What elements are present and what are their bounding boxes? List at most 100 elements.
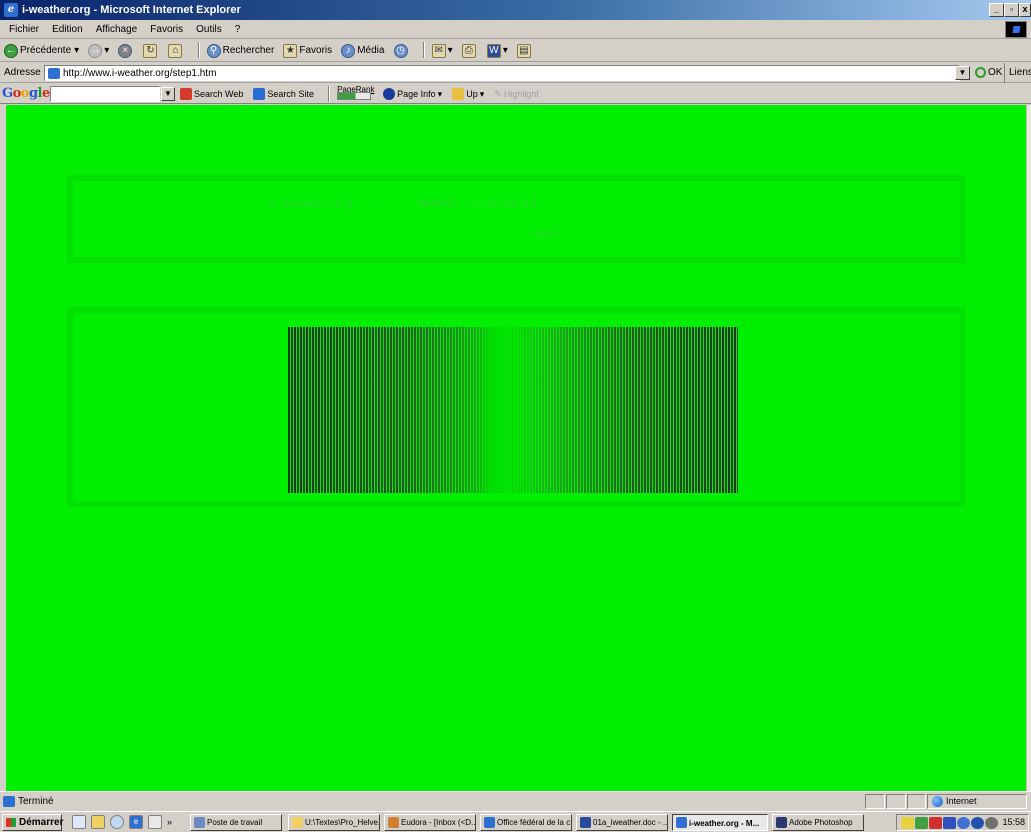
pagerank-indicator[interactable]: PageRank: [337, 84, 374, 104]
forward-button[interactable]: → ▾: [88, 40, 109, 61]
home-button[interactable]: ⌂: [168, 40, 184, 61]
page-info-button[interactable]: Page Info ▾: [383, 84, 442, 104]
menu-edition[interactable]: Edition: [47, 21, 88, 39]
address-label: Adresse: [4, 67, 41, 78]
home-icon: ⌂: [168, 43, 183, 58]
edit-word-button[interactable]: W ▾: [486, 40, 508, 61]
quick-launch: e»: [72, 815, 172, 831]
task-label: U:\Textes\Pro_Helve...: [305, 818, 380, 827]
stripe-pattern-center: [478, 327, 518, 493]
vertical-scrollbar[interactable]: [1026, 105, 1031, 791]
search-site-icon: [253, 88, 266, 100]
favorites-button[interactable]: ★ Favoris: [283, 40, 332, 61]
task-explorer-folder[interactable]: U:\Textes\Pro_Helve...: [288, 814, 380, 831]
history-icon: ◷: [393, 43, 408, 58]
clock[interactable]: 15:58: [1002, 815, 1025, 830]
chevron-down-icon: ▾: [447, 45, 453, 56]
maximize-button[interactable]: ▫: [1004, 3, 1019, 17]
eudora-icon: [388, 817, 399, 828]
window-title: i-weather.org - Microsoft Internet Explo…: [22, 4, 241, 16]
menu-affichage[interactable]: Affichage: [91, 21, 143, 39]
search-site-button[interactable]: Search Site: [253, 84, 314, 104]
task-label: Eudora - [Inbox (<D...: [401, 818, 476, 827]
print-button[interactable]: ⎙: [461, 40, 478, 61]
go-button[interactable]: OK: [975, 63, 1002, 83]
tray-icon[interactable]: [901, 817, 914, 829]
refresh-icon: ↻: [143, 43, 158, 58]
tray-icon[interactable]: [957, 817, 970, 829]
task-poste-de-travail[interactable]: Poste de travail: [190, 814, 282, 831]
search-icon: ⚲: [206, 43, 221, 58]
discuss-button[interactable]: ▤: [516, 40, 533, 61]
task-label: Poste de travail: [207, 818, 263, 827]
media-player-icon[interactable]: [110, 815, 124, 829]
start-button[interactable]: Démarrer: [2, 814, 64, 831]
google-search-dropdown[interactable]: ▼: [161, 87, 175, 101]
mail-button[interactable]: ✉ ▾: [431, 40, 453, 61]
menu-outils[interactable]: Outils: [191, 21, 227, 39]
task-label: i-weather.org - M...: [689, 819, 760, 828]
tray-icon[interactable]: [915, 817, 928, 829]
task-word-doc[interactable]: 01a_iweather.doc - ...: [576, 814, 668, 831]
discuss-icon: ▤: [516, 43, 531, 58]
address-dropdown-button[interactable]: ▼: [955, 66, 970, 80]
ie-icon[interactable]: e: [129, 815, 143, 829]
tray-icon[interactable]: [971, 817, 984, 829]
task-i-weather[interactable]: i-weather.org - M...: [672, 814, 768, 831]
status-text: Terminé: [18, 796, 54, 807]
security-zone: Internet: [927, 794, 1027, 809]
toolbar-separator: [328, 86, 331, 103]
tray-icon[interactable]: [985, 817, 998, 829]
minimize-button[interactable]: _: [989, 3, 1004, 17]
explorer-icon[interactable]: [91, 815, 105, 829]
up-button[interactable]: Up ▾: [452, 84, 484, 104]
page-done-icon: [3, 796, 15, 807]
menu-fichier[interactable]: Fichier: [4, 21, 44, 39]
back-button[interactable]: ← Précédente ▾: [4, 40, 79, 61]
tray-icon[interactable]: [943, 817, 956, 829]
computer-icon: [194, 817, 205, 828]
folder-up-icon: [452, 88, 465, 100]
header-frame: i-weather.org -------- 000441 // 11:44:1…: [67, 175, 966, 263]
pagerank-bar: [337, 92, 372, 100]
task-office-federal[interactable]: Office fédéral de la c...: [480, 814, 572, 831]
links-button[interactable]: Liens: [1004, 63, 1031, 83]
show-desktop-icon[interactable]: [72, 815, 86, 829]
favorites-icon: ★: [283, 43, 298, 58]
outlook-icon[interactable]: [148, 815, 162, 829]
google-logo[interactable]: Google ▾: [2, 84, 57, 105]
menu-help[interactable]: ?: [230, 21, 246, 39]
word-icon: [580, 817, 591, 828]
media-label: Média: [357, 45, 385, 56]
highlight-button[interactable]: ✎ Highlight: [494, 84, 539, 104]
task-eudora[interactable]: Eudora - [Inbox (<D...: [384, 814, 476, 831]
globe-icon: [932, 796, 943, 807]
google-search-input[interactable]: [50, 86, 160, 102]
address-input[interactable]: [44, 65, 960, 81]
page-info-label: Page Info: [397, 89, 436, 99]
tray-icon[interactable]: [929, 817, 942, 829]
next-link[interactable]: next: [535, 229, 559, 240]
ie-icon: e: [4, 3, 18, 17]
task-photoshop[interactable]: Adobe Photoshop: [772, 814, 864, 831]
stripe-pattern-left: [288, 327, 503, 493]
folder-icon: [292, 817, 303, 828]
back-arrow-icon: ←: [4, 43, 18, 58]
ie-icon: [676, 817, 687, 828]
header-line: i-weather.org -------- 000441 // 11:44:1…: [269, 199, 595, 210]
page-content: i-weather.org -------- 000441 // 11:44:1…: [6, 105, 1026, 791]
refresh-button[interactable]: ↻: [143, 40, 159, 61]
ie-icon: [484, 817, 495, 828]
media-button[interactable]: ♪ Média: [341, 40, 384, 61]
search-button[interactable]: ⚲ Rechercher: [206, 40, 274, 61]
search-web-button[interactable]: Search Web: [180, 84, 243, 104]
stop-button[interactable]: ×: [118, 40, 134, 61]
info-icon: [383, 88, 396, 100]
close-button[interactable]: x: [1019, 3, 1031, 17]
history-button[interactable]: ◷: [393, 40, 410, 61]
back-label: Précédente: [20, 45, 72, 56]
start-label: Démarrer: [19, 817, 64, 828]
menu-favoris[interactable]: Favoris: [145, 21, 188, 39]
more-chevron-icon[interactable]: »: [167, 817, 172, 827]
site-name[interactable]: i-weather.org: [269, 199, 354, 210]
